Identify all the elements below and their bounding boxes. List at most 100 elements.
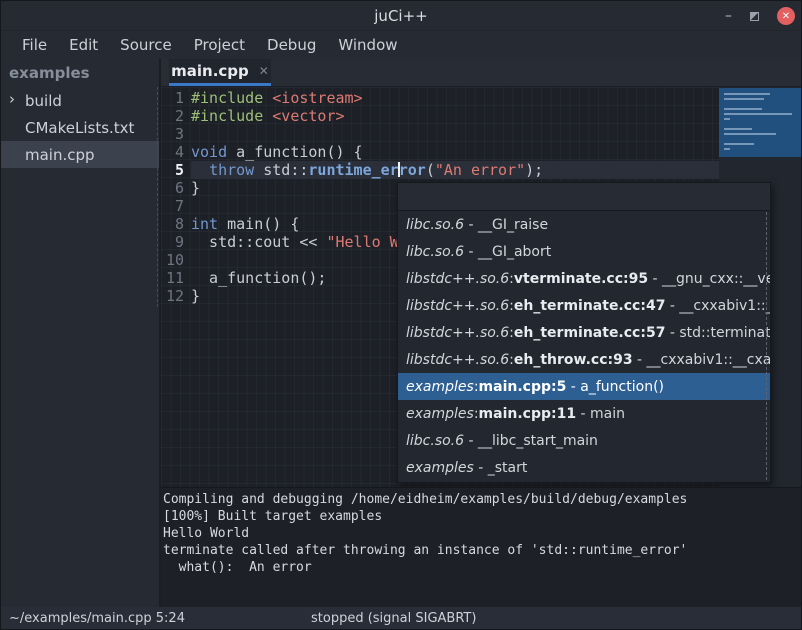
backtrace-function: - __GI_raise bbox=[464, 217, 548, 233]
code-token: "Hello W bbox=[326, 233, 398, 251]
file-tree-sidebar: examples › build CMakeLists.txt main.cpp bbox=[1, 59, 161, 607]
chevron-right-icon[interactable]: › bbox=[9, 90, 15, 108]
code-token: int bbox=[191, 215, 218, 233]
minimap-code-line bbox=[724, 113, 792, 115]
backtrace-function: - __cxxabiv1::__cxa_thro bbox=[633, 352, 770, 368]
line-number: 8 bbox=[161, 215, 191, 233]
terminal-line: [100%] Built target examples bbox=[163, 508, 801, 525]
sidebar-item-build[interactable]: › build bbox=[1, 87, 159, 114]
backtrace-module: libstdc++.so.6 bbox=[406, 298, 509, 314]
menu-project[interactable]: Project bbox=[183, 33, 256, 57]
code-editor[interactable]: 1#include <iostream>2#include <vector>34… bbox=[161, 87, 801, 487]
tab-close-icon[interactable]: ✕ bbox=[259, 64, 269, 78]
code-token: } bbox=[191, 287, 200, 305]
backtrace-module: examples bbox=[406, 406, 474, 422]
terminal-line: terminate called after throwing an insta… bbox=[163, 542, 801, 559]
backtrace-module: libstdc++.so.6 bbox=[406, 271, 509, 287]
backtrace-item[interactable]: libstdc++.so.6:eh_terminate.cc:57 - std:… bbox=[398, 319, 770, 346]
code-text: void a_function() { bbox=[191, 143, 721, 161]
backtrace-function: - __libc_start_main bbox=[464, 433, 598, 449]
code-text: throw std::runtime_error("An error"); bbox=[191, 161, 721, 179]
code-line-1[interactable]: 1#include <iostream> bbox=[161, 89, 721, 107]
line-number: 10 bbox=[161, 251, 191, 269]
backtrace-item[interactable]: libc.so.6 - __libc_start_main bbox=[398, 427, 770, 454]
code-token: void bbox=[191, 143, 227, 161]
tab-label: main.cpp bbox=[171, 62, 249, 80]
sidebar-item-label: build bbox=[25, 92, 62, 110]
titlebar[interactable]: juCi++ – ✕ bbox=[1, 1, 801, 31]
backtrace-list: libc.so.6 - __GI_raiselibc.so.6 - __GI_a… bbox=[398, 211, 770, 481]
close-icon[interactable]: ✕ bbox=[777, 7, 795, 25]
code-token: ); bbox=[525, 161, 543, 179]
sidebar-item-label: main.cpp bbox=[25, 146, 95, 164]
code-line-3[interactable]: 3 bbox=[161, 125, 721, 143]
menu-debug[interactable]: Debug bbox=[256, 33, 327, 57]
minimap-preview[interactable] bbox=[719, 88, 801, 157]
window-title: juCi++ bbox=[374, 7, 427, 25]
code-token: <iostream> bbox=[272, 89, 362, 107]
backtrace-function: - __gnu_cxx::__verbos bbox=[648, 271, 770, 287]
code-token: } bbox=[191, 179, 200, 197]
backtrace-function: - __GI_abort bbox=[464, 244, 551, 260]
code-token: std:: bbox=[254, 161, 308, 179]
backtrace-item[interactable]: libstdc++.so.6:vterminate.cc:95 - __gnu_… bbox=[398, 265, 770, 292]
code-token: a_function() { bbox=[227, 143, 362, 161]
app-window: juCi++ – ✕ FileEditSourceProjectDebugWin… bbox=[0, 0, 802, 630]
line-number: 11 bbox=[161, 269, 191, 287]
project-name-header: examples bbox=[1, 59, 159, 87]
terminal-line: Hello World bbox=[163, 525, 801, 542]
backtrace-function: - __cxxabiv1::__tern bbox=[665, 298, 770, 314]
backtrace-module: libc.so.6 bbox=[406, 433, 464, 449]
sidebar-item-cmakelists-txt[interactable]: CMakeLists.txt bbox=[1, 114, 159, 141]
menu-source[interactable]: Source bbox=[109, 33, 183, 57]
terminal-output[interactable]: Compiling and debugging /home/eidheim/ex… bbox=[161, 487, 801, 609]
code-token: throw bbox=[209, 161, 254, 179]
minimap-code-line bbox=[724, 128, 752, 130]
editor-column: main.cpp ✕ 1#include <iostream>2#include… bbox=[161, 59, 801, 607]
menu-window[interactable]: Window bbox=[327, 33, 408, 57]
code-text: #include <vector> bbox=[191, 107, 721, 125]
backtrace-location: eh_throw.cc:93 bbox=[514, 352, 633, 368]
minimap-code-line bbox=[724, 133, 776, 135]
code-token: a_function(); bbox=[191, 269, 326, 287]
code-line-5[interactable]: 5 throw std::runtime_error("An error"); bbox=[161, 161, 721, 179]
status-debug-state: stopped (signal SIGABRT) bbox=[311, 611, 476, 626]
terminal-line: what(): An error bbox=[163, 559, 801, 576]
menu-file[interactable]: File bbox=[11, 33, 58, 57]
backtrace-item[interactable]: examples:main.cpp:11 - main bbox=[398, 400, 770, 427]
code-line-4[interactable]: 4void a_function() { bbox=[161, 143, 721, 161]
tab-main-cpp[interactable]: main.cpp ✕ bbox=[169, 59, 271, 86]
backtrace-module: libc.so.6 bbox=[406, 244, 464, 260]
menu-edit[interactable]: Edit bbox=[58, 33, 109, 57]
code-token: #include bbox=[191, 107, 263, 125]
backtrace-item[interactable]: libc.so.6 - __GI_abort bbox=[398, 238, 770, 265]
backtrace-location: vterminate.cc:95 bbox=[514, 271, 648, 287]
sidebar-item-main-cpp[interactable]: main.cpp bbox=[1, 141, 159, 168]
line-number: 1 bbox=[161, 89, 191, 107]
backtrace-module: examples bbox=[406, 379, 474, 395]
backtrace-function: - std::terminate() bbox=[665, 325, 770, 341]
backtrace-item[interactable]: libc.so.6 - __GI_raise bbox=[398, 211, 770, 238]
backtrace-item[interactable]: examples - _start bbox=[398, 454, 770, 481]
backtrace-function: - main bbox=[576, 406, 625, 422]
line-number: 7 bbox=[161, 197, 191, 215]
minimap-code-line bbox=[724, 108, 762, 110]
backtrace-popup: libc.so.6 - __GI_raiselibc.so.6 - __GI_a… bbox=[397, 182, 771, 483]
code-text bbox=[191, 125, 721, 143]
code-text: #include <iostream> bbox=[191, 89, 721, 107]
code-line-2[interactable]: 2#include <vector> bbox=[161, 107, 721, 125]
restore-icon[interactable] bbox=[750, 12, 759, 21]
popup-scrollbar[interactable] bbox=[766, 212, 767, 480]
backtrace-item[interactable]: libstdc++.so.6:eh_terminate.cc:47 - __cx… bbox=[398, 292, 770, 319]
backtrace-module: libstdc++.so.6 bbox=[406, 325, 509, 341]
backtrace-filter-input[interactable] bbox=[398, 183, 770, 211]
backtrace-module: examples bbox=[406, 460, 474, 476]
code-token: main() { bbox=[218, 215, 299, 233]
backtrace-item[interactable]: examples:main.cpp:5 - a_function() bbox=[398, 373, 770, 400]
backtrace-item[interactable]: libstdc++.so.6:eh_throw.cc:93 - __cxxabi… bbox=[398, 346, 770, 373]
minimize-icon[interactable]: – bbox=[725, 11, 732, 21]
minimap-code-line bbox=[724, 148, 730, 150]
code-token bbox=[191, 161, 209, 179]
backtrace-location: main.cpp:5 bbox=[479, 379, 567, 395]
line-number: 4 bbox=[161, 143, 191, 161]
